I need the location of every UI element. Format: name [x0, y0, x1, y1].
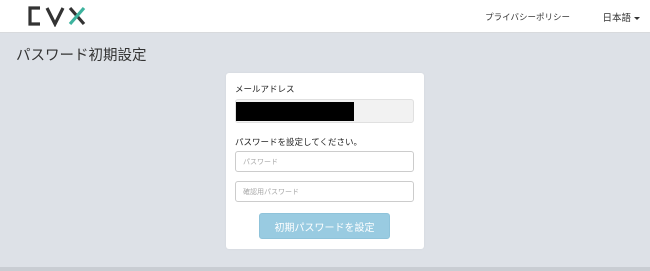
- cvx-logo[interactable]: [26, 5, 88, 27]
- password-instruction: パスワードを設定してください。: [235, 138, 362, 148]
- caret-down-icon: [634, 17, 640, 20]
- password-input[interactable]: [235, 151, 414, 172]
- email-field-readonly: [235, 99, 414, 123]
- language-dropdown[interactable]: 日本語: [602, 10, 640, 24]
- confirm-password-input[interactable]: [235, 181, 414, 202]
- email-redaction-block: [236, 102, 354, 121]
- privacy-policy-link[interactable]: プライバシーポリシー: [485, 11, 570, 23]
- language-label: 日本語: [602, 13, 631, 24]
- email-label: メールアドレス: [235, 85, 295, 95]
- set-password-button[interactable]: 初期パスワードを設定: [259, 213, 390, 239]
- page-title: パスワード初期設定: [16, 48, 147, 64]
- top-navbar: プライバシーポリシー 日本語: [0, 0, 650, 33]
- bottom-edge: [0, 267, 650, 271]
- password-setup-card: メールアドレス パスワードを設定してください。 初期パスワードを設定: [226, 73, 424, 249]
